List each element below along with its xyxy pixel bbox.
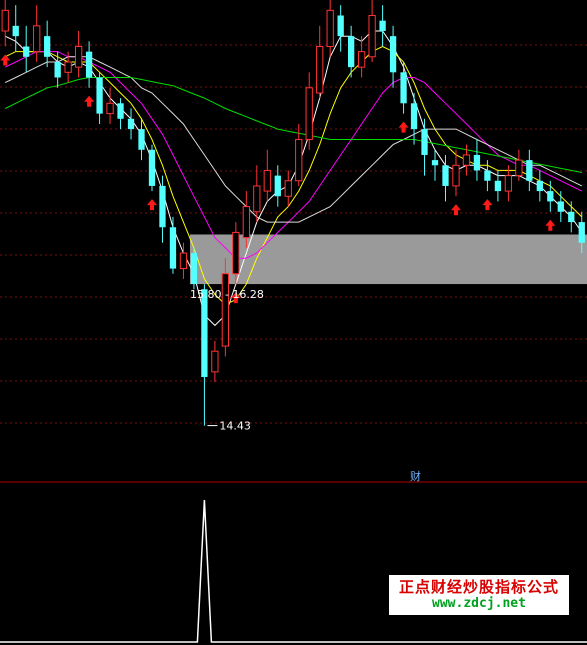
candle-body-up xyxy=(74,45,83,68)
candle-body-up xyxy=(305,87,313,140)
candle-body-down xyxy=(421,129,428,155)
candle-body-down xyxy=(117,103,124,119)
buy-arrow-icon xyxy=(545,219,556,231)
candle-body-up xyxy=(452,164,460,187)
candle-body-down xyxy=(169,227,177,269)
candle-body-up xyxy=(242,206,250,239)
candle-body-down xyxy=(568,211,575,223)
watermark: 正点财经炒股指标公式 www.zdcj.net xyxy=(389,575,569,615)
candle-body-up xyxy=(504,175,513,192)
buy-arrow-icon xyxy=(482,199,493,211)
buy-arrow-icon xyxy=(450,204,461,216)
candle-body-down xyxy=(348,36,355,68)
candle-body-down xyxy=(85,51,93,78)
candle-body-down xyxy=(54,61,61,78)
ma-line-5 xyxy=(4,77,582,173)
ma-line-4 xyxy=(4,56,583,223)
candle-body-up xyxy=(295,138,303,182)
candle-body-down xyxy=(526,160,533,181)
candle-body-up xyxy=(357,51,366,68)
candle-body-up xyxy=(211,350,219,373)
candle-body-down xyxy=(400,72,407,104)
candle-body-down xyxy=(159,185,166,228)
candle-body-down xyxy=(389,36,397,73)
candle-body-up xyxy=(64,61,72,73)
candle-body-up xyxy=(1,9,9,32)
candle-body-up xyxy=(263,169,271,192)
indicator-label: 财 xyxy=(410,469,421,483)
candle-body-down xyxy=(484,170,491,181)
candle-body-down xyxy=(578,222,585,243)
candle-body-down xyxy=(274,175,281,197)
candle-body-down xyxy=(557,201,564,212)
candle-body-down xyxy=(337,15,344,37)
candle-body-up xyxy=(515,159,523,177)
zone-label: 15.80 - 16.28 xyxy=(190,288,264,301)
candle-body-up xyxy=(33,25,41,53)
watermark-title: 正点财经炒股指标公式 xyxy=(398,578,559,596)
buy-arrow-icon xyxy=(84,95,95,107)
stock-chart: 15.80 - 16.28 14.43 财 xyxy=(0,0,587,643)
candle-body-down xyxy=(410,103,418,130)
candle-body-down xyxy=(12,25,19,37)
candle-body-down xyxy=(138,129,145,150)
low-price-label: 14.43 xyxy=(219,420,251,433)
candle-body-up xyxy=(326,9,334,47)
candle-body-down xyxy=(148,149,156,186)
ma-line-3 xyxy=(4,51,583,259)
buy-arrow-icon xyxy=(146,199,157,211)
candle-body-up xyxy=(462,154,471,166)
candle-body-up xyxy=(179,252,188,270)
candle-body-up xyxy=(232,231,240,275)
indicator-spike xyxy=(0,499,587,643)
candlesticks xyxy=(1,0,585,426)
candle-body-down xyxy=(442,165,449,186)
candle-body-down xyxy=(547,191,554,202)
candle-body-up xyxy=(221,273,230,347)
candle-body-down xyxy=(494,180,502,192)
candle-body-down xyxy=(536,180,543,192)
indicator-panel xyxy=(0,481,587,643)
candle-body-down xyxy=(473,154,481,171)
watermark-url: www.zdcj.net xyxy=(432,596,526,611)
candle-body-down xyxy=(190,253,198,285)
candle-body-down xyxy=(379,20,386,31)
candle-body-up xyxy=(316,45,324,94)
candle-body-down xyxy=(127,118,135,130)
candle-body-up xyxy=(368,14,376,58)
candle-body-down xyxy=(201,289,208,378)
candle-body-down xyxy=(23,46,30,57)
candle-body-up xyxy=(284,180,292,197)
candle-body-down xyxy=(96,77,103,114)
buy-arrow-icon xyxy=(0,54,11,66)
candle-body-up xyxy=(106,102,114,115)
buy-arrow-icon xyxy=(398,121,409,133)
candle-body-down xyxy=(44,36,51,57)
candle-body-down xyxy=(431,160,439,166)
candle-body-up xyxy=(253,185,261,213)
